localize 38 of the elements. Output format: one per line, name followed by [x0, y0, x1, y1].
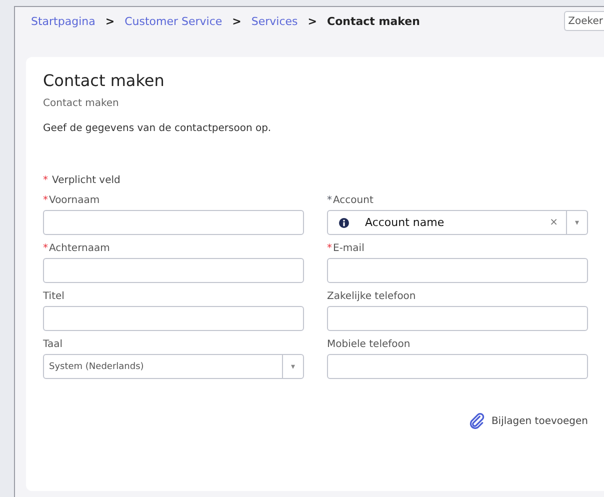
input-field[interactable] [43, 210, 304, 235]
required-mark: * [43, 195, 48, 208]
attachments-link[interactable]: Bijlagen toevoegen [468, 412, 588, 430]
clear-icon[interactable]: × [542, 217, 566, 228]
required-mark: * [43, 243, 48, 256]
input-field[interactable] [327, 306, 588, 331]
chevron-icon: > [308, 14, 317, 28]
required-mark: * [327, 195, 332, 208]
lookup-field[interactable]: Account name × ▾ [327, 210, 588, 235]
breadcrumb-link[interactable]: Services [251, 14, 298, 28]
field-label: Mobiele telefoon [327, 339, 410, 352]
input-field[interactable] [327, 354, 588, 379]
field-label: Achternaam [49, 243, 110, 256]
breadcrumb-link[interactable]: Customer Service [124, 14, 222, 28]
input-field[interactable] [43, 306, 304, 331]
field-label: Taal [43, 339, 62, 352]
required-note: Verplicht veld [52, 175, 120, 186]
required-mark: * [43, 175, 48, 186]
form-subtitle: Contact maken [43, 98, 120, 109]
form-title: Contact maken [43, 71, 166, 90]
field-label: Voornaam [49, 195, 100, 208]
input-field[interactable] [43, 258, 304, 283]
search-field[interactable]: Zoeker [564, 11, 604, 31]
required-mark: * [327, 243, 332, 256]
breadcrumb-link[interactable]: Startpagina [31, 14, 96, 28]
chevron-icon: > [232, 14, 242, 28]
chevron-icon: > [105, 14, 115, 28]
account-value: Account name [364, 216, 446, 229]
instruction-text: Geef de gegevens van de contactpersoon op. [43, 123, 272, 134]
field-label: Account [333, 195, 374, 208]
breadcrumb-current: Contact maken [327, 14, 420, 28]
field-label: Titel [43, 291, 64, 304]
field-label: Zakelijke telefoon [327, 291, 416, 304]
input-field[interactable] [327, 258, 588, 283]
paperclip-icon [468, 412, 486, 430]
language-select[interactable]: System (Nederlands) ▾ [43, 354, 304, 379]
info-icon [339, 218, 349, 228]
field-label: E-mail [333, 243, 364, 256]
